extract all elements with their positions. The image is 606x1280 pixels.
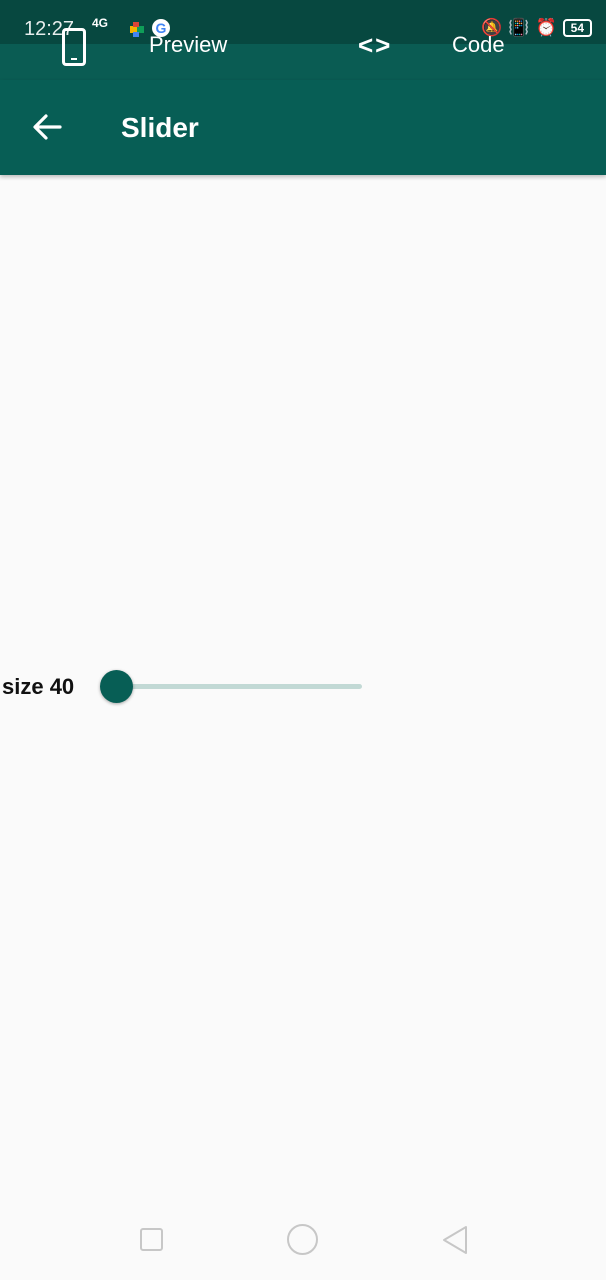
size-slider[interactable]	[99, 668, 366, 704]
home-button[interactable]	[287, 1224, 318, 1255]
preview-bar	[0, 44, 606, 80]
system-nav-bar	[0, 1200, 606, 1280]
page-title: Slider	[121, 112, 199, 143]
size-label: size 40	[2, 674, 75, 699]
slider-thumb[interactable]	[99, 670, 133, 703]
slider-track[interactable]	[116, 684, 362, 689]
code-icon[interactable]: <>	[358, 30, 392, 61]
back-triangle-icon[interactable]	[440, 1224, 470, 1256]
status-bar: 12:27 4G G 🔕 📳 ⏰ 54	[0, 0, 606, 44]
vibrate-icon: 📳	[508, 18, 530, 37]
slider-row: size 40	[0, 666, 606, 706]
alarm-icon: ⏰	[535, 18, 557, 37]
battery-icon: 54	[562, 19, 592, 37]
app-bar: Slider	[0, 80, 606, 175]
back-arrow-icon[interactable]	[30, 110, 64, 144]
puzzle-icon	[130, 22, 144, 37]
code-tab[interactable]: Code	[452, 32, 505, 58]
preview-tab[interactable]: Preview	[149, 32, 227, 58]
phone-icon[interactable]	[62, 28, 86, 66]
signal-indicator: 4G	[92, 16, 109, 30]
recents-button[interactable]	[140, 1228, 163, 1251]
